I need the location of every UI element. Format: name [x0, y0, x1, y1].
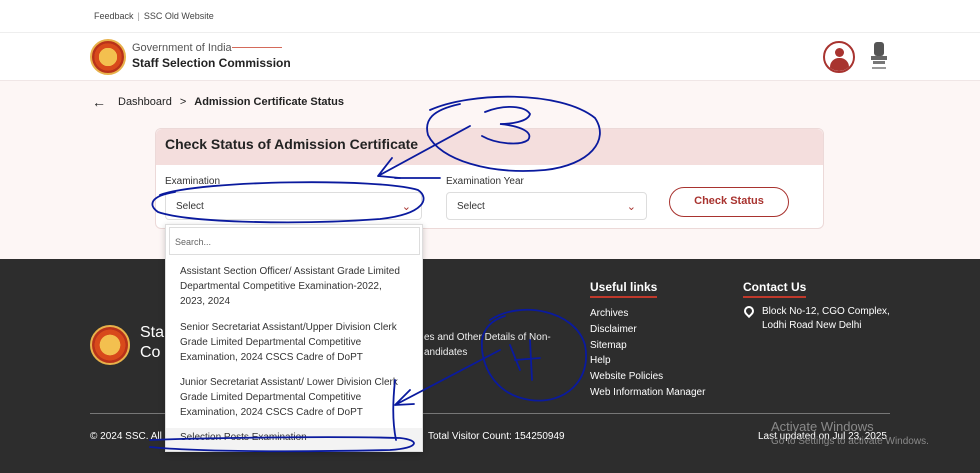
card-header: Check Status of Admission Certificate: [156, 129, 823, 165]
footer-notice-line2: andidates: [424, 347, 468, 358]
contact-us-title: Contact Us: [743, 280, 807, 298]
footer-brand-line2: Co: [140, 344, 161, 361]
visitor-count: Total Visitor Count: 154250949: [428, 431, 565, 442]
card-title: Check Status of Admission Certificate: [165, 136, 419, 152]
footer-ssc-logo-icon: [90, 325, 130, 365]
chevron-down-icon: ⌄: [626, 201, 636, 213]
chevron-down-icon: ⌄: [401, 201, 411, 213]
national-emblem-icon: [871, 42, 887, 69]
activation-watermark-title: Activate Windows: [771, 419, 874, 434]
gov-label: Government of India: [132, 42, 232, 54]
top-links: Feedback | SSC Old Website: [94, 11, 214, 21]
breadcrumb: ← Dashboard > Admission Certificate Stat…: [92, 94, 344, 110]
footer-brand-line1: Sta: [140, 324, 165, 341]
org-name: Staff Selection Commission: [132, 56, 291, 70]
examination-label: Examination: [165, 176, 221, 187]
exam-option-ssa-udc[interactable]: Senior Secretariat Assistant/Upper Divis…: [166, 320, 422, 365]
footer-link-sitemap[interactable]: Sitemap: [590, 338, 705, 354]
activation-watermark-text: Go to Settings to activate Windows.: [771, 436, 929, 447]
footer-notice[interactable]: es and Other Details of Non- andidates: [424, 330, 551, 360]
ssc-logo-icon[interactable]: [90, 39, 126, 75]
breadcrumb-separator: >: [179, 96, 187, 108]
breadcrumb-dashboard[interactable]: Dashboard: [118, 96, 172, 108]
examination-year-select[interactable]: Select ⌄: [446, 192, 647, 220]
top-utility-bar: Feedback | SSC Old Website: [0, 0, 980, 33]
exam-option-jsa-ldc[interactable]: Junior Secretariat Assistant/ Lower Divi…: [166, 375, 422, 420]
footer-link-web-info-manager[interactable]: Web Information Manager: [590, 385, 705, 401]
page-hero: ← Dashboard > Admission Certificate Stat…: [0, 81, 980, 259]
site-header: Government of India Staff Selection Comm…: [0, 33, 980, 81]
top-links-separator: |: [137, 11, 140, 21]
feedback-link[interactable]: Feedback: [94, 11, 134, 21]
examination-select[interactable]: Select ⌄: [165, 192, 422, 220]
footer-link-website-policies[interactable]: Website Policies: [590, 369, 705, 385]
address-line2: Lodhi Road New Delhi: [762, 320, 862, 331]
examination-dropdown-menu: Search... Assistant Section Officer/ Ass…: [165, 224, 423, 452]
exam-option-aso[interactable]: Assistant Section Officer/ Assistant Gra…: [166, 264, 422, 309]
footer-notice-line1: es and Other Details of Non-: [424, 332, 551, 343]
site-footer: Sta Co es and Other Details of Non- andi…: [0, 259, 980, 473]
contact-address: Block No-12, CGO Complex, Lodhi Road New…: [762, 305, 890, 333]
copyright-text: © 2024 SSC. All: [90, 431, 162, 442]
location-pin-icon: [741, 303, 757, 319]
address-line1: Block No-12, CGO Complex,: [762, 306, 890, 317]
user-avatar-icon[interactable]: [823, 41, 855, 73]
footer-brand: Sta Co: [140, 323, 164, 363]
examination-year-label: Examination Year: [446, 176, 524, 187]
footer-link-archives[interactable]: Archives: [590, 306, 705, 322]
old-website-link[interactable]: SSC Old Website: [144, 11, 214, 21]
useful-links-list: Archives Disclaimer Sitemap Help Website…: [590, 306, 705, 401]
useful-links-title: Useful links: [590, 280, 658, 298]
back-arrow-icon[interactable]: ←: [92, 94, 106, 110]
breadcrumb-current: Admission Certificate Status: [194, 96, 345, 108]
footer-link-help[interactable]: Help: [590, 353, 705, 369]
examination-select-value: Select: [176, 201, 204, 212]
examination-year-select-value: Select: [457, 201, 485, 212]
check-status-button[interactable]: Check Status: [669, 187, 789, 217]
dropdown-search-input[interactable]: Search...: [169, 227, 420, 255]
exam-option-selection-posts[interactable]: Selection Posts Examination: [166, 428, 422, 451]
footer-link-disclaimer[interactable]: Disclaimer: [590, 322, 705, 338]
status-card: Check Status of Admission Certificate Ex…: [155, 128, 824, 229]
gov-underline: [232, 47, 282, 48]
